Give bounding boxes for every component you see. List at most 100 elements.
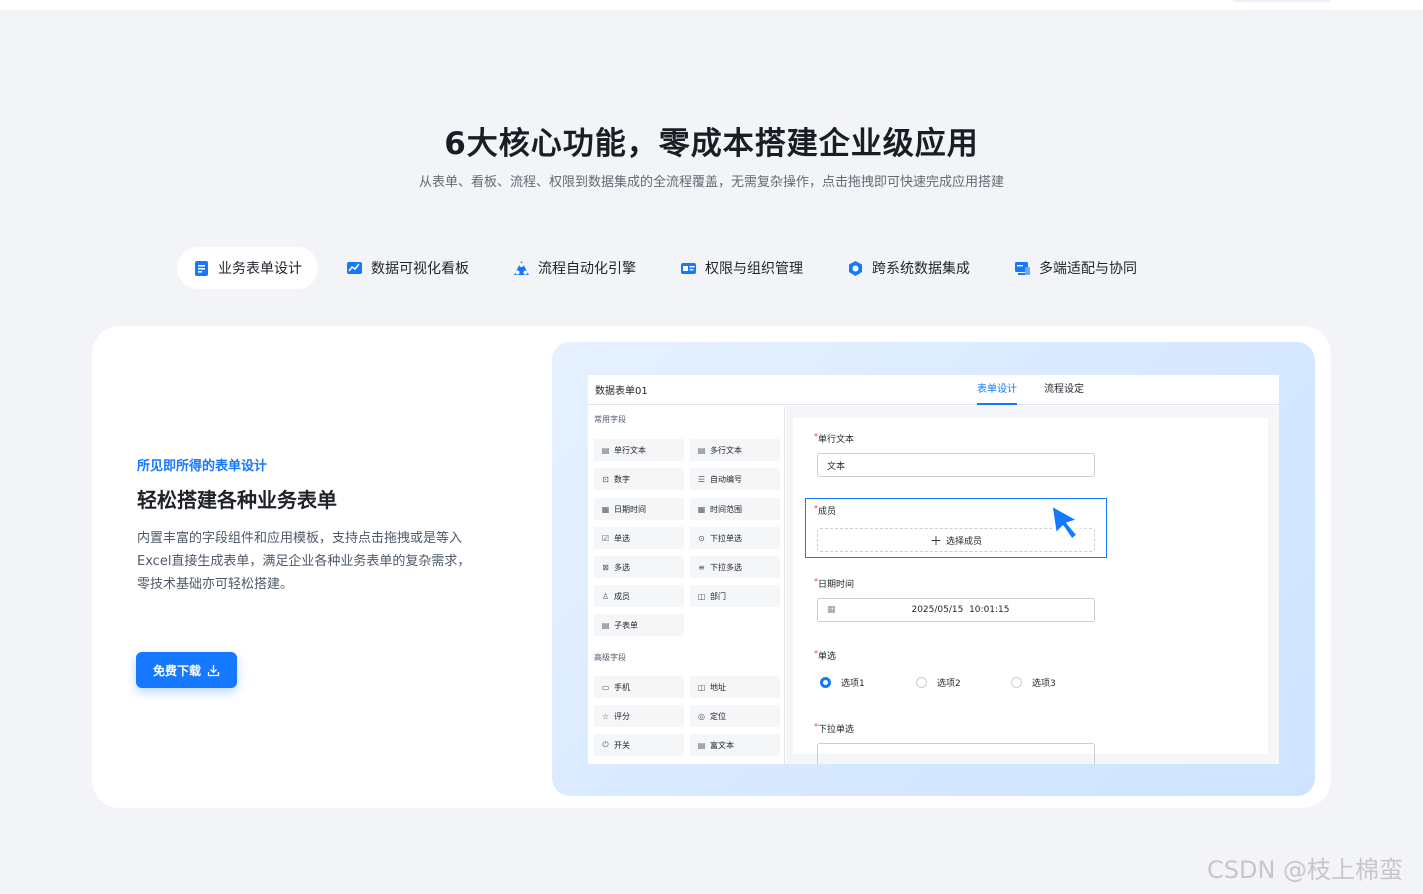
plus-icon: ＋ [929,533,942,548]
field-label: 单行文本 [614,445,646,455]
datetime-field-label: *日期时间 [814,577,854,590]
member-field-label: *成员 [814,504,836,517]
field-label: 定位 [710,711,726,721]
designer-topbar: 数据表单01 表单设计 流程设定 [588,375,1279,405]
csdn-watermark: CSDN @枝上棉蛮 [1207,856,1404,884]
mouse-cursor-icon [1049,504,1093,548]
radio-label: 选项1 [841,679,865,689]
text-field-label: *单行文本 [814,432,854,445]
feature-heading: 轻松搭建各种业务表单 [137,488,337,512]
dropdown-field-label: *下拉单选 [814,722,854,735]
dropdown-multi-icon: ≡ [698,562,705,572]
field-label: 子表单 [614,620,638,630]
tab-data-dashboard[interactable]: 数据可视化看板 [330,247,485,289]
form-canvas: *单行文本 文本 *成员 ＋ 选择成员 *日期时间 ▦ 2025/05/15 10… [786,406,1279,764]
field-label: 地址 [710,682,726,692]
checkbox-icon: ☑ [601,533,610,543]
tab-form-design[interactable]: 业务表单设计 [177,247,318,289]
field-label: 成员 [614,591,630,601]
field-label: 时间范围 [710,504,742,514]
text-line-icon: ▤ [601,445,610,455]
user-icon: ♙ [601,591,610,601]
field-location[interactable]: ◎ 定位 [690,705,780,727]
field-rating[interactable]: ☆ 评分 [594,705,684,727]
datetime-value: 2025/05/15 10:01:15 [911,605,1010,615]
field-label: 开关 [614,740,630,750]
feature-description: 内置丰富的字段组件和应用模板，支持点击拖拽或是等入Excel直接生成表单，满足企… [137,531,471,592]
feature-card: 所见即所得的表单设计 轻松搭建各种业务表单 内置丰富的字段组件和应用模板，支持点… [92,326,1331,808]
tab-multi-device[interactable]: 多端适配与协同 [998,247,1153,289]
field-multi-line-text[interactable]: ▤ 多行文本 [690,439,780,461]
datetime-input[interactable]: ▦ 2025/05/15 10:01:15 [817,598,1095,622]
field-palette: 常用字段 ▤ 单行文本 ▤ 多行文本 ⊡ 数字 ☰ 自动编号 ▦ 日期时间 ▦ 时间范围 ☑… [588,406,785,764]
field-department[interactable]: ◫ 部门 [690,585,780,607]
label-text: 单选 [818,652,837,662]
field-subform[interactable]: ▤ 子表单 [594,614,684,636]
tab-label: 流程自动化引擎 [538,261,636,277]
field-rich-text[interactable]: ▤ 富文本 [690,734,780,756]
nav-pill [1232,0,1332,2]
radio-field-label: *单选 [814,649,836,662]
star-icon: ☆ [601,711,610,721]
field-dropdown-single[interactable]: ⊙ 下拉单选 [690,527,780,549]
label-text: 日期时间 [818,580,855,590]
tab-form-design-mock[interactable]: 表单设计 [977,375,1017,405]
subform-icon: ▤ [601,620,610,630]
field-label: 下拉多选 [710,562,742,572]
field-auto-number[interactable]: ☰ 自动编号 [690,468,780,490]
field-datetime[interactable]: ▦ 日期时间 [594,498,684,520]
advanced-fields-heading: 高级字段 [594,653,626,662]
calendar-icon: ▦ [827,605,836,615]
radio-option-2[interactable]: 选项2 [916,676,961,689]
number-icon: ⊡ [602,474,609,484]
location-icon: ◎ [698,711,705,721]
form-icon [195,260,208,276]
multi-check-icon: ⊠ [602,562,609,572]
radio-label: 选项2 [937,679,961,689]
free-download-button[interactable]: 免费下载 [136,652,237,688]
text-multi-icon: ▤ [697,445,706,455]
field-multi-choice[interactable]: ⊠ 多选 [594,556,684,578]
tab-data-integration[interactable]: 跨系统数据集成 [831,247,986,289]
field-label: 多行文本 [710,445,742,455]
tab-workflow-engine[interactable]: 流程自动化引擎 [497,247,652,289]
section-title: 6大核心功能，零成本搭建企业级应用 [444,126,979,162]
field-single-line-text[interactable]: ▤ 单行文本 [594,439,684,461]
radio-label: 选项3 [1032,679,1056,689]
field-label: 自动编号 [710,474,742,484]
field-address[interactable]: ◫ 地址 [690,676,780,698]
auto-number-icon: ☰ [697,474,706,484]
feature-eyebrow: 所见即所得的表单设计 [137,459,268,474]
dropdown-input[interactable] [817,743,1095,764]
devices-icon [1015,261,1030,275]
tab-permission-org[interactable]: 权限与组织管理 [664,247,819,289]
text-input[interactable]: 文本 [817,453,1095,477]
download-label: 免费下载 [152,663,201,678]
label-text: 单行文本 [818,435,855,445]
field-label: 富文本 [710,740,734,750]
radio-option-3[interactable]: 选项3 [1011,676,1056,689]
calendar-icon: ▦ [601,504,610,514]
tab-flow-settings-mock[interactable]: 流程设定 [1044,375,1084,405]
rich-text-icon: ▤ [697,740,706,750]
field-label: 手机 [614,682,630,692]
form-name: 数据表单01 [595,386,648,397]
label-text: 成员 [818,507,837,517]
field-single-choice[interactable]: ☑ 单选 [594,527,684,549]
field-number[interactable]: ⊡ 数字 [594,468,684,490]
field-phone[interactable]: ▭ 手机 [594,676,684,698]
field-time-range[interactable]: ▦ 时间范围 [690,498,780,520]
chart-board-icon [347,261,362,274]
radio-circle [1011,677,1022,688]
radio-option-1[interactable]: 选项1 [820,676,865,689]
field-label: 下拉单选 [710,533,742,543]
field-switch[interactable]: ⏻ 开关 [594,734,684,756]
id-card-icon [681,262,696,274]
dropdown-icon: ⊙ [698,533,705,543]
power-icon: ⏻ [602,740,609,749]
field-label: 日期时间 [614,504,646,514]
field-member[interactable]: ♙ 成员 [594,585,684,607]
phone-icon: ▭ [601,682,610,692]
field-dropdown-multi[interactable]: ≡ 下拉多选 [690,556,780,578]
label-text: 下拉单选 [818,725,855,735]
